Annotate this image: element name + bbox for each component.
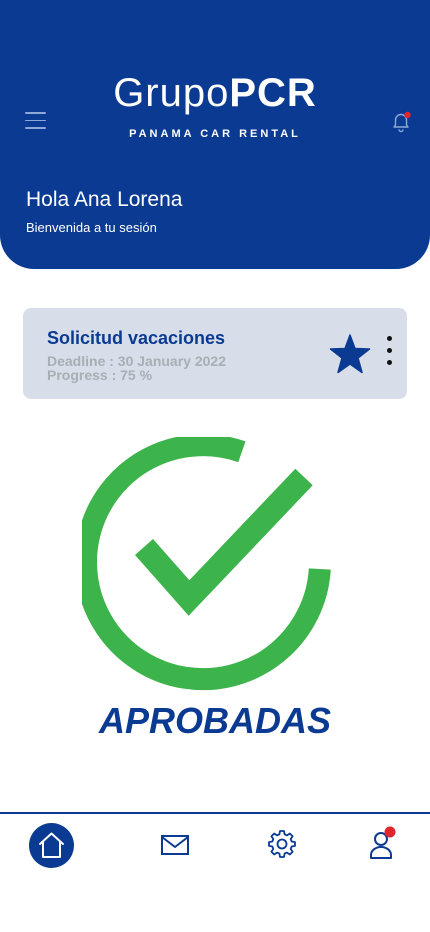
user-icon[interactable]	[368, 826, 398, 860]
more-vertical-icon[interactable]	[385, 336, 393, 372]
bell-icon[interactable]	[389, 110, 413, 134]
card-progress: Progress : 75 %	[47, 367, 153, 383]
mail-icon[interactable]	[160, 833, 190, 857]
logo-wordmark: GrupoPCR	[0, 70, 430, 116]
notification-dot	[404, 111, 411, 119]
welcome-text: Bienvenida a tu sesión	[26, 220, 157, 235]
logo-tagline: PANAMA CAR RENTAL	[129, 128, 301, 140]
bottom-nav-divider	[0, 812, 430, 814]
request-card[interactable]: Solicitud vacaciones Deadline : 30 Janua…	[23, 308, 407, 399]
home-icon	[39, 832, 64, 858]
app-header: GrupoPCR PANAMA CAR RENTAL Hola Ana Lore…	[0, 0, 430, 269]
card-title: Solicitud vacaciones	[47, 328, 226, 348]
status-label: APROBADAS	[98, 700, 331, 741]
greeting-text: Hola Ana Lorena	[26, 188, 183, 211]
check-circle-icon	[82, 437, 331, 691]
brand-logo: GrupoPCR PANAMA CAR RENTAL	[0, 70, 430, 140]
logo-wordmark-light: Grupo	[113, 71, 230, 115]
nav-home-button[interactable]	[29, 823, 74, 868]
logo-wordmark-bold: PCR	[229, 71, 317, 115]
user-notification-dot	[384, 826, 396, 838]
gear-icon[interactable]	[268, 830, 296, 858]
star-icon[interactable]	[329, 334, 371, 374]
